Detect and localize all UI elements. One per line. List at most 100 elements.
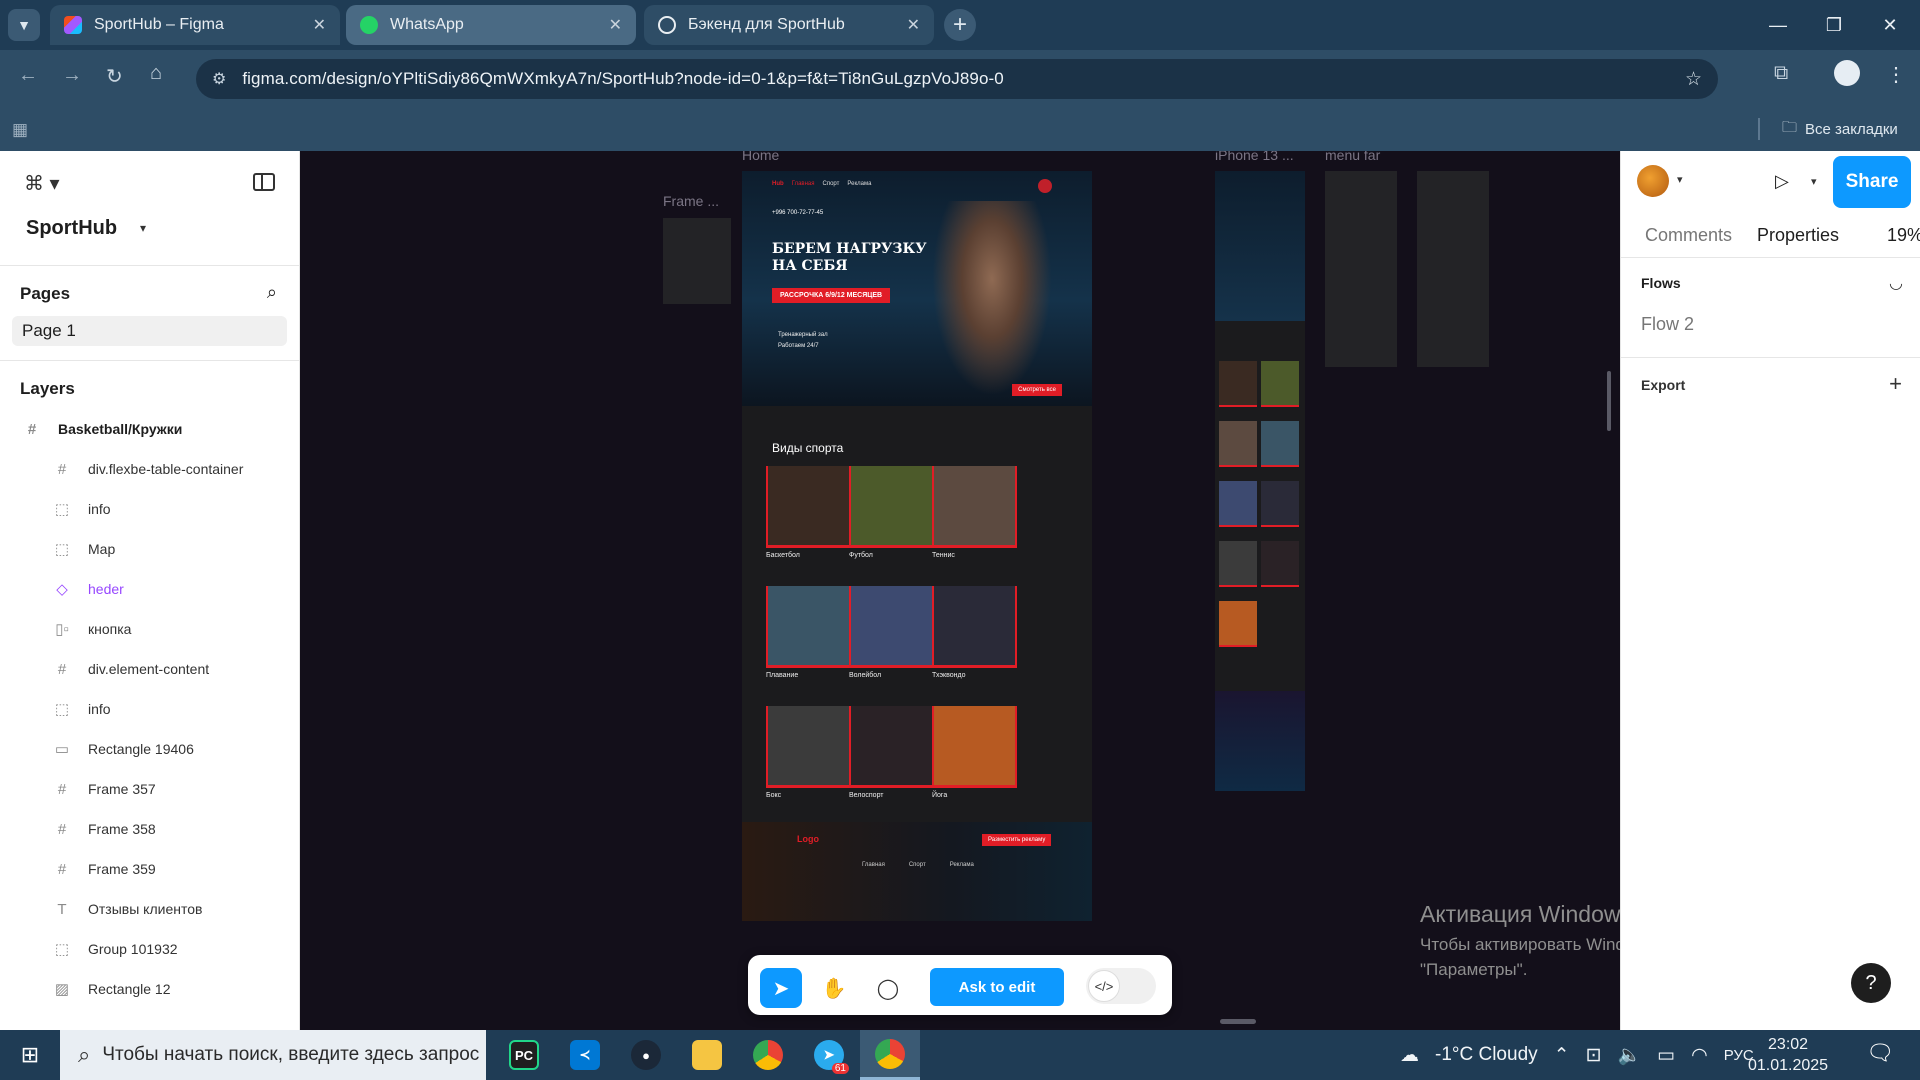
- home-frame[interactable]: Hub Главная Спорт Реклама +996 700-72-77…: [742, 171, 1092, 921]
- layer-item[interactable]: ⬚ info: [0, 489, 299, 529]
- volume-icon[interactable]: 🔈: [1617, 1043, 1641, 1067]
- tab-properties[interactable]: Properties: [1757, 225, 1839, 246]
- layer-item[interactable]: T Отзывы клиентов: [0, 889, 299, 929]
- all-bookmarks-button[interactable]: 🗀 Все закладки: [1782, 117, 1898, 142]
- close-tab-icon[interactable]: ✕: [907, 15, 920, 35]
- windows-start-icon[interactable]: ⊞: [0, 1030, 60, 1080]
- share-button[interactable]: Share: [1833, 156, 1911, 208]
- frame-label-menu[interactable]: menu far: [1325, 151, 1380, 163]
- pycharm-app[interactable]: PC: [494, 1030, 554, 1080]
- layer-item[interactable]: # Frame 359: [0, 849, 299, 889]
- help-icon[interactable]: ?: [1851, 963, 1891, 1003]
- wifi-icon[interactable]: ◠: [1691, 1044, 1708, 1067]
- layer-item[interactable]: ◇ heder: [0, 569, 299, 609]
- chrome-active-app[interactable]: [860, 1030, 920, 1080]
- chrome-app[interactable]: [738, 1030, 798, 1080]
- chevron-down-icon[interactable]: ▾: [140, 221, 146, 235]
- layers-section: Layers # Basketball/Кружки # div.flexbe-tab…: [0, 360, 299, 1009]
- profile-avatar[interactable]: [1834, 60, 1860, 86]
- menu-frame[interactable]: [1417, 171, 1489, 367]
- reload-icon[interactable]: ↻: [106, 64, 123, 89]
- nav-link-home: Главная: [791, 181, 815, 187]
- figma-canvas[interactable]: Home iPhone 13 ... menu far Frame ... Hu…: [300, 151, 1620, 1030]
- layer-item[interactable]: # Basketball/Кружки: [0, 409, 299, 449]
- minimize-icon[interactable]: —: [1750, 0, 1806, 50]
- layer-item[interactable]: ⬚ Map: [0, 529, 299, 569]
- clock[interactable]: 23:02 01.01.2025: [1748, 1034, 1828, 1076]
- iphone-frame[interactable]: [1215, 171, 1305, 791]
- site-info-icon[interactable]: ⚙: [212, 69, 226, 89]
- taskbar-search[interactable]: ⌕ Чтобы начать поиск, введите здесь запр…: [60, 1030, 486, 1080]
- chevron-up-icon[interactable]: ⌃: [1554, 1044, 1570, 1067]
- url-text[interactable]: figma.com/design/oYPltiSdiy86QmWXmkyA7n/…: [242, 69, 1003, 89]
- move-tool-icon[interactable]: ➤: [760, 968, 802, 1008]
- layer-item[interactable]: # div.element-content: [0, 649, 299, 689]
- telegram-app[interactable]: ➤ 61: [799, 1030, 859, 1080]
- steam-app[interactable]: ●: [616, 1030, 676, 1080]
- notification-icon[interactable]: 🗨: [1866, 1040, 1894, 1066]
- vertical-scrollbar[interactable]: [1607, 371, 1611, 431]
- page-item[interactable]: Page 1: [12, 316, 287, 346]
- layer-item[interactable]: # div.flexbe-table-container: [0, 449, 299, 489]
- search-icon: ⌕: [78, 1042, 91, 1067]
- present-icon[interactable]: ▷: [1775, 171, 1789, 192]
- layer-item[interactable]: ⬚ Group 101932: [0, 929, 299, 969]
- restore-icon[interactable]: ❐: [1806, 0, 1862, 50]
- tab-comments[interactable]: Comments: [1645, 225, 1732, 246]
- layer-item[interactable]: # Frame 358: [0, 809, 299, 849]
- network-icon[interactable]: ⊡: [1586, 1044, 1602, 1067]
- horizontal-scrollbar[interactable]: [1220, 1019, 1256, 1024]
- search-placeholder: Чтобы начать поиск, введите здесь запрос: [102, 1044, 480, 1065]
- zoom-level[interactable]: 19%: [1887, 225, 1920, 246]
- layer-item[interactable]: ▯▫ кнопка: [0, 609, 299, 649]
- frame-label-home[interactable]: Home: [742, 151, 779, 163]
- tab-search-button[interactable]: ▼: [8, 9, 40, 41]
- layer-name: div.element-content: [88, 661, 210, 677]
- user-avatar[interactable]: [1637, 165, 1669, 197]
- dev-mode-toggle[interactable]: </>: [1086, 968, 1156, 1004]
- frame-label-small[interactable]: Frame ...: [663, 193, 719, 209]
- home-icon[interactable]: ⌂: [150, 62, 162, 85]
- close-tab-icon[interactable]: ✕: [609, 15, 622, 35]
- layer-item[interactable]: ⬚ info: [0, 689, 299, 729]
- chevron-down-icon[interactable]: ▾: [1811, 175, 1817, 188]
- layer-item[interactable]: ▭ Rectangle 19406: [0, 729, 299, 769]
- sport-card: Теннис: [932, 466, 1017, 559]
- bookmark-star-icon[interactable]: ☆: [1685, 68, 1702, 91]
- apps-grid-icon[interactable]: ▦: [12, 120, 28, 140]
- layer-item[interactable]: ▨ Rectangle 12: [0, 969, 299, 1009]
- forward-icon[interactable]: →: [62, 64, 82, 87]
- hand-tool-icon[interactable]: ✋: [814, 968, 854, 1008]
- chevron-down-icon[interactable]: ▾: [1677, 173, 1683, 186]
- figma-menu-icon[interactable]: ⌘ ▾: [24, 171, 60, 196]
- tab-whatsapp[interactable]: WhatsApp ✕: [346, 5, 636, 45]
- sidebar-toggle-icon[interactable]: [253, 173, 275, 191]
- weather-icon[interactable]: ☁: [1400, 1044, 1419, 1067]
- close-window-icon[interactable]: ✕: [1862, 0, 1918, 50]
- menu-frame[interactable]: [1325, 171, 1397, 367]
- footer-button: Разместить рекламу: [982, 834, 1052, 846]
- hide-flows-icon[interactable]: ◡: [1889, 273, 1903, 293]
- search-icon[interactable]: ⌕: [267, 282, 277, 303]
- frame-label-iphone[interactable]: iPhone 13 ...: [1215, 151, 1294, 163]
- weather-text[interactable]: -1°C Cloudy: [1435, 1044, 1538, 1066]
- frame-small[interactable]: [663, 218, 731, 304]
- battery-icon[interactable]: ▭: [1657, 1044, 1675, 1067]
- layer-type-icon: #: [57, 860, 67, 878]
- close-tab-icon[interactable]: ✕: [313, 15, 326, 35]
- tab-figma[interactable]: SportHub – Figma ✕: [50, 5, 340, 45]
- file-name[interactable]: SportHub: [26, 217, 117, 240]
- comment-tool-icon[interactable]: ◯: [868, 968, 908, 1008]
- layer-item[interactable]: # Frame 357: [0, 769, 299, 809]
- add-export-icon[interactable]: +: [1889, 371, 1902, 397]
- explorer-app[interactable]: [677, 1030, 737, 1080]
- tab-chatgpt[interactable]: Бэкенд для SportHub ✕: [644, 5, 934, 45]
- ask-to-edit-button[interactable]: Ask to edit: [930, 968, 1064, 1006]
- extensions-icon[interactable]: ⧉: [1774, 62, 1788, 85]
- vscode-app[interactable]: ≺: [555, 1030, 615, 1080]
- menu-dots-icon[interactable]: ⋮: [1886, 62, 1906, 87]
- back-icon[interactable]: ←: [18, 64, 38, 87]
- new-tab-button[interactable]: +: [944, 9, 976, 41]
- flow-item[interactable]: Flow 2: [1641, 314, 1694, 335]
- omnibox[interactable]: ⚙ figma.com/design/oYPltiSdiy86QmWXmkyA7…: [196, 59, 1718, 99]
